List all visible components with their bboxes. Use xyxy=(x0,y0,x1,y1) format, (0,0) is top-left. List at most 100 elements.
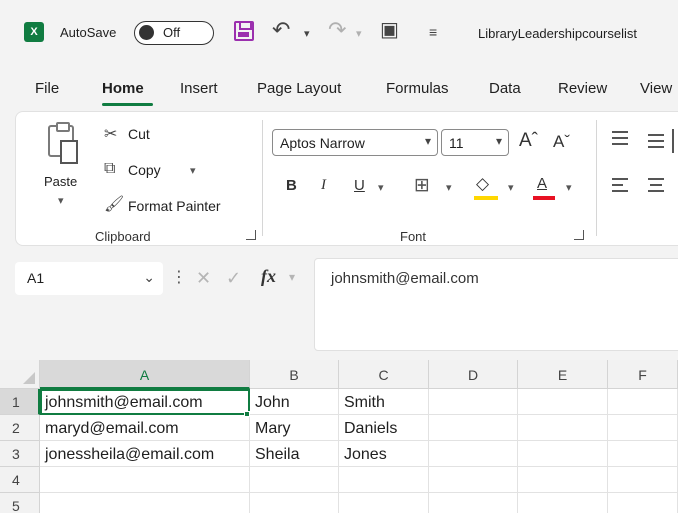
cell-d3[interactable] xyxy=(429,441,518,467)
cell-e3[interactable] xyxy=(518,441,608,467)
formula-input[interactable]: johnsmith@email.com xyxy=(314,258,678,351)
format-painter-button[interactable]: Format Painter xyxy=(128,198,221,214)
autosave-toggle[interactable]: Off xyxy=(134,21,214,45)
copy-dropdown-icon[interactable]: ▾ xyxy=(190,164,196,177)
ribbon-divider xyxy=(596,120,597,236)
row-header-5[interactable]: 5 xyxy=(0,493,40,513)
cell-f5[interactable] xyxy=(608,493,678,513)
fill-color-dropdown-icon[interactable]: ▾ xyxy=(508,181,514,194)
column-header-d[interactable]: D xyxy=(429,360,518,389)
cell-c1[interactable]: Smith xyxy=(339,389,429,415)
font-launcher-icon[interactable] xyxy=(574,230,584,240)
cell-c5[interactable] xyxy=(339,493,429,513)
more-options-icon[interactable]: ⋮ xyxy=(171,267,187,287)
tab-insert[interactable]: Insert xyxy=(180,80,218,97)
cell-b5[interactable] xyxy=(250,493,339,513)
bold-button[interactable]: B xyxy=(286,177,297,194)
borders-icon[interactable]: ⊞ xyxy=(414,174,430,197)
clipboard-group-label: Clipboard xyxy=(95,229,151,244)
cell-f2[interactable] xyxy=(608,415,678,441)
menu-bar: File Home Insert Page Layout Formulas Da… xyxy=(0,64,678,108)
cell-a3[interactable]: jonessheila@email.com xyxy=(40,441,250,467)
cell-d1[interactable] xyxy=(429,389,518,415)
name-box[interactable]: A1 ⌄ xyxy=(15,262,163,295)
fill-color-swatch xyxy=(474,196,498,200)
format-painter-icon[interactable]: 🖌 xyxy=(104,194,124,214)
copy-icon[interactable]: ⧉ xyxy=(104,160,115,178)
italic-button[interactable]: I xyxy=(321,177,326,194)
undo-icon[interactable]: ↶ xyxy=(272,19,290,41)
row-header-3[interactable]: 3 xyxy=(0,441,40,467)
cut-button[interactable]: Cut xyxy=(128,126,150,142)
fill-color-icon[interactable]: ◇ xyxy=(476,174,489,194)
cell-a2[interactable]: maryd@email.com xyxy=(40,415,250,441)
decrease-font-size-icon[interactable]: Aˇ xyxy=(553,132,570,152)
cell-e1[interactable] xyxy=(518,389,608,415)
cell-e5[interactable] xyxy=(518,493,608,513)
row-header-2[interactable]: 2 xyxy=(0,415,40,441)
cell-c3[interactable]: Jones xyxy=(339,441,429,467)
font-color-dropdown-icon[interactable]: ▾ xyxy=(566,181,572,194)
enter-icon[interactable]: ✓ xyxy=(226,268,241,289)
cell-d4[interactable] xyxy=(429,467,518,493)
tab-data[interactable]: Data xyxy=(489,80,521,97)
cell-b4[interactable] xyxy=(250,467,339,493)
font-group-label: Font xyxy=(400,229,427,244)
redo-dropdown-icon[interactable]: ▾ xyxy=(356,24,362,44)
underline-button[interactable]: U xyxy=(354,177,365,194)
clipboard-launcher-icon[interactable] xyxy=(246,230,256,240)
cut-icon[interactable]: ✂ xyxy=(104,124,117,144)
title-bar: X AutoSave Off ↶ ▾ ↷ ▾ ▣ ≡ LibraryLeader… xyxy=(0,0,678,64)
underline-dropdown-icon[interactable]: ▾ xyxy=(378,181,384,194)
paste-document-icon xyxy=(60,140,78,164)
column-header-b[interactable]: B xyxy=(250,360,339,389)
cell-e2[interactable] xyxy=(518,415,608,441)
paste-dropdown-icon[interactable]: ▾ xyxy=(58,194,64,207)
chevron-down-icon[interactable]: ▾ xyxy=(289,270,295,284)
font-name-select[interactable]: Aptos Narrow ▾ xyxy=(272,129,438,156)
cell-a4[interactable] xyxy=(40,467,250,493)
column-header-e[interactable]: E xyxy=(518,360,608,389)
tab-formulas[interactable]: Formulas xyxy=(386,80,449,97)
redo-icon[interactable]: ↷ xyxy=(328,19,346,41)
cell-b1[interactable]: John xyxy=(250,389,339,415)
cell-c4[interactable] xyxy=(339,467,429,493)
select-all-button[interactable] xyxy=(0,360,40,389)
row-header-4[interactable]: 4 xyxy=(0,467,40,493)
paste-label[interactable]: Paste xyxy=(44,174,77,189)
cell-f3[interactable] xyxy=(608,441,678,467)
tab-page-layout[interactable]: Page Layout xyxy=(257,80,341,97)
insert-function-button[interactable]: fx xyxy=(261,266,276,287)
customize-toolbar-icon[interactable]: ≡ xyxy=(429,22,437,42)
cancel-icon[interactable]: ✕ xyxy=(196,268,211,289)
form-icon[interactable]: ▣ xyxy=(380,20,399,40)
tab-view[interactable]: View xyxy=(640,80,672,97)
font-color-button[interactable]: A xyxy=(537,175,547,192)
increase-font-size-icon[interactable]: Aˆ xyxy=(519,130,538,152)
fill-handle[interactable] xyxy=(244,411,250,417)
borders-dropdown-icon[interactable]: ▾ xyxy=(446,181,452,194)
cell-f4[interactable] xyxy=(608,467,678,493)
row-header-1[interactable]: 1 xyxy=(0,389,40,415)
formula-content: johnsmith@email.com xyxy=(331,270,479,287)
cell-f1[interactable] xyxy=(608,389,678,415)
cell-b3[interactable]: Sheila xyxy=(250,441,339,467)
cell-d5[interactable] xyxy=(429,493,518,513)
cell-b2[interactable]: Mary xyxy=(250,415,339,441)
cell-a5[interactable] xyxy=(40,493,250,513)
cell-a1[interactable]: johnsmith@email.com xyxy=(40,389,250,415)
column-header-f[interactable]: F xyxy=(608,360,678,389)
tab-review[interactable]: Review xyxy=(558,80,607,97)
cell-c2[interactable]: Daniels xyxy=(339,415,429,441)
column-header-a[interactable]: A xyxy=(40,360,250,389)
column-header-c[interactable]: C xyxy=(339,360,429,389)
undo-dropdown-icon[interactable]: ▾ xyxy=(304,24,310,44)
ribbon-divider xyxy=(262,120,263,236)
font-size-select[interactable]: 11 ▾ xyxy=(441,129,509,156)
cell-e4[interactable] xyxy=(518,467,608,493)
save-icon[interactable] xyxy=(234,21,254,41)
copy-button[interactable]: Copy xyxy=(128,162,161,178)
tab-file[interactable]: File xyxy=(35,80,59,97)
cell-d2[interactable] xyxy=(429,415,518,441)
tab-home[interactable]: Home xyxy=(102,80,144,97)
